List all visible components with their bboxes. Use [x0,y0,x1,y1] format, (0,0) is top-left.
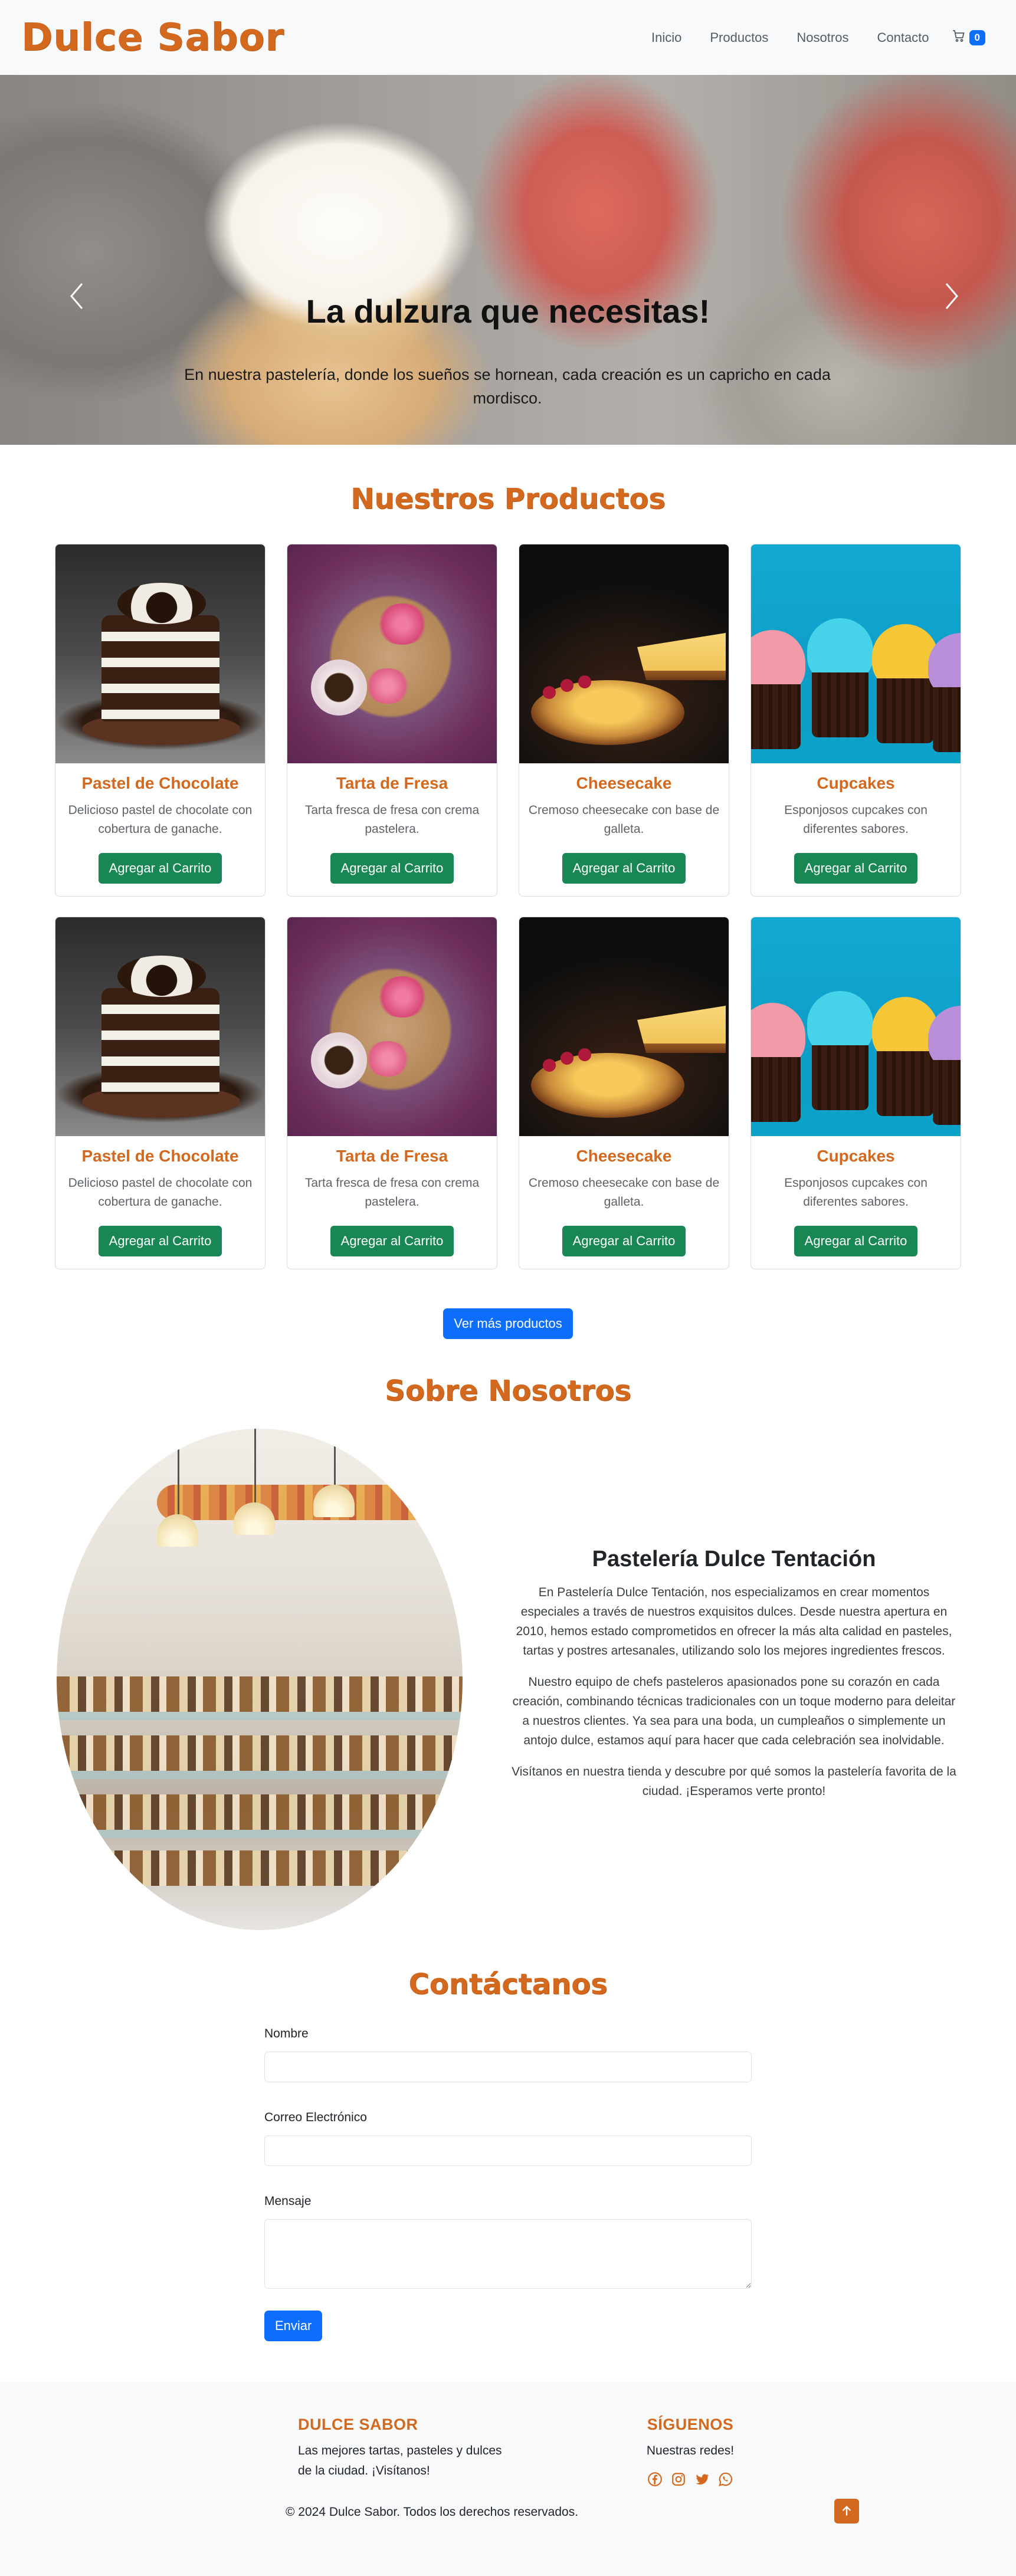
product-description: Esponjosos cupcakes con diferentes sabor… [784,1176,927,1209]
product-image-cupcakes [751,544,961,763]
nav-link-productos[interactable]: Productos [696,24,782,51]
product-image-cheesecake [519,917,729,1136]
product-description: Cremoso cheesecake con base de galleta. [528,803,720,836]
product-name: Pastel de Chocolate [81,774,239,792]
product-description: Delicioso pastel de chocolate con cobert… [68,803,253,836]
product-card: Cheesecake Cremoso cheesecake con base d… [519,917,729,1269]
main-nav: Inicio Productos Nosotros Contacto 0 [637,23,994,52]
hero-title: La dulzura que necesitas! [306,293,710,330]
product-card: Cupcakes Esponjosos cupcakes con diferen… [750,544,961,897]
arrow-up-icon [842,2505,851,2516]
about-heading: Pastelería Dulce Tentación [592,1546,876,1571]
submit-button[interactable]: Enviar [264,2311,323,2341]
footer-brand-text: Las mejores tartas, pasteles y dulces de… [298,2444,502,2477]
message-textarea[interactable] [264,2219,752,2289]
hero-carousel: La dulzura que necesitas! En nuestra pas… [0,75,1016,445]
facebook-icon[interactable] [647,2472,663,2487]
products-section: Nuestros Productos Pastel de Chocolate D… [0,445,1016,1339]
product-image-strawberry-tart [287,917,497,1136]
cart-button[interactable]: 0 [943,23,994,52]
product-name: Cheesecake [576,1147,672,1165]
product-image-chocolate-cake [55,544,265,763]
product-name: Tarta de Fresa [336,1147,448,1165]
footer-brand-title: DULCE SABOR [298,2416,418,2433]
product-name: Tarta de Fresa [336,774,448,792]
product-name: Pastel de Chocolate [81,1147,239,1165]
add-to-cart-button[interactable]: Agregar al Carrito [330,853,454,884]
whatsapp-icon[interactable] [718,2472,733,2487]
product-description: Cremoso cheesecake con base de galleta. [528,1176,720,1209]
about-paragraph: En Pastelería Dulce Tentación, nos espec… [516,1585,952,1658]
add-to-cart-button[interactable]: Agregar al Carrito [794,853,918,884]
bakery-store-image [57,1429,463,1930]
nav-link-contacto[interactable]: Contacto [863,24,943,51]
add-to-cart-button[interactable]: Agregar al Carrito [794,1226,918,1256]
product-card: Tarta de Fresa Tarta fresca de fresa con… [287,544,497,897]
product-image-strawberry-tart [287,544,497,763]
products-title: Nuestros Productos [350,483,666,516]
add-to-cart-button[interactable]: Agregar al Carrito [562,1226,686,1256]
product-name: Cupcakes [817,774,895,792]
add-to-cart-button[interactable]: Agregar al Carrito [562,853,686,884]
product-card: Cupcakes Esponjosos cupcakes con diferen… [750,917,961,1269]
about-section: Sobre Nosotros Pastelería Dulce Tentació… [0,1339,1016,1930]
product-description: Tarta fresca de fresa con crema pasteler… [304,1176,480,1209]
contact-form: Nombre Correo Electrónico Mensaje Enviar [264,2027,752,2341]
message-label: Mensaje [264,2194,312,2208]
product-image-chocolate-cake [55,917,265,1136]
nav-link-nosotros[interactable]: Nosotros [782,24,863,51]
about-paragraph: Visítanos en nuestra tienda y descubre p… [512,1764,956,1798]
add-to-cart-button[interactable]: Agregar al Carrito [330,1226,454,1256]
footer-brand: DULCE SABOR Las mejores tartas, pasteles… [298,2416,510,2481]
about-title: Sobre Nosotros [385,1374,631,1407]
copyright-text: © 2024 Dulce Sabor. Todos los derechos r… [286,2505,579,2519]
navbar: Dulce Sabor Inicio Productos Nosotros Co… [0,0,1016,75]
name-input[interactable] [264,2052,752,2082]
product-image-cheesecake [519,544,729,763]
contact-title: Contáctanos [408,1968,608,2001]
about-paragraph: Nuestro equipo de chefs pasteleros apasi… [512,1675,956,1747]
cart-icon [952,29,966,46]
twitter-icon[interactable] [694,2472,710,2487]
name-label: Nombre [264,2027,309,2040]
back-to-top-button[interactable] [834,2499,859,2524]
footer-social: SÍGUENOS Nuestras redes! [620,2416,761,2487]
more-products-button[interactable]: Ver más productos [443,1308,573,1339]
cart-count-badge: 0 [969,29,985,45]
email-label: Correo Electrónico [264,2111,367,2124]
footer-social-title: SÍGUENOS [647,2416,734,2433]
nav-link-inicio[interactable]: Inicio [637,24,696,51]
product-grid: Pastel de Chocolate Delicioso pastel de … [55,544,961,1269]
contact-section: Contáctanos Nombre Correo Electrónico Me… [0,1930,1016,2341]
product-card: Pastel de Chocolate Delicioso pastel de … [55,544,266,897]
brand-logo[interactable]: Dulce Sabor [21,16,284,60]
product-name: Cupcakes [817,1147,895,1165]
product-description: Esponjosos cupcakes con diferentes sabor… [784,803,927,836]
hero-text: En nuestra pastelería, donde los sueños … [184,366,831,407]
product-image-cupcakes [751,917,961,1136]
footer: DULCE SABOR Las mejores tartas, pasteles… [0,2381,1016,2576]
email-input[interactable] [264,2135,752,2166]
product-name: Cheesecake [576,774,672,792]
product-description: Tarta fresca de fresa con crema pasteler… [304,803,480,836]
product-description: Delicioso pastel de chocolate con cobert… [68,1176,253,1209]
footer-social-text: Nuestras redes! [646,2444,735,2457]
product-card: Cheesecake Cremoso cheesecake con base d… [519,544,729,897]
add-to-cart-button[interactable]: Agregar al Carrito [98,853,222,884]
product-card: Pastel de Chocolate Delicioso pastel de … [55,917,266,1269]
instagram-icon[interactable] [671,2472,686,2487]
add-to-cart-button[interactable]: Agregar al Carrito [98,1226,222,1256]
product-card: Tarta de Fresa Tarta fresca de fresa con… [287,917,497,1269]
